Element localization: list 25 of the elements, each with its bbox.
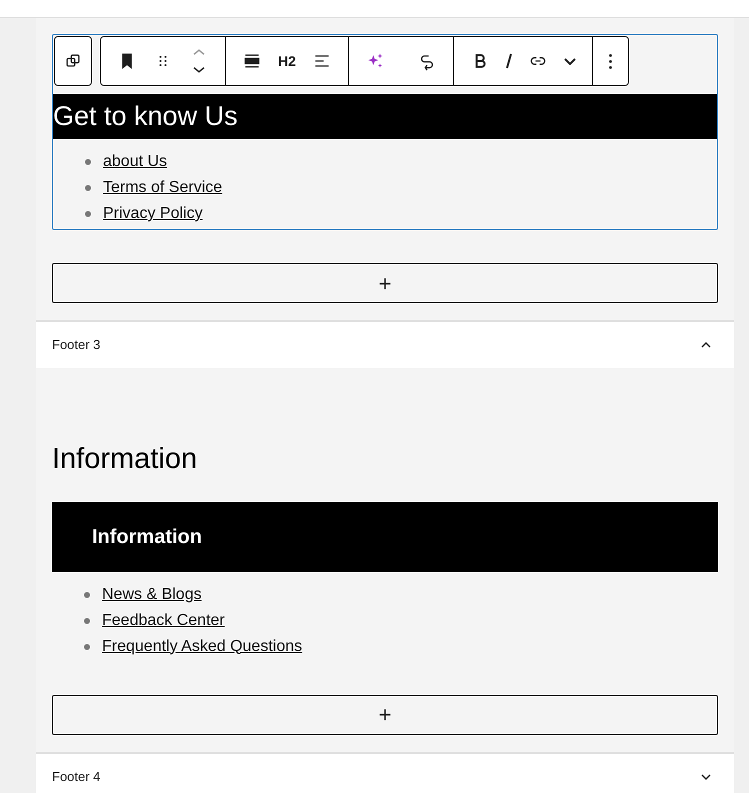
footer-link[interactable]: News & Blogs (102, 582, 202, 606)
panel-title: Footer 4 (52, 768, 100, 786)
heading-level-button[interactable]: H2 (270, 37, 304, 85)
heading-text: Get to know Us (53, 103, 238, 130)
panel-header[interactable]: Footer 4 (36, 752, 734, 793)
section-heading: Information (52, 442, 198, 477)
add-block-button[interactable]: + (52, 263, 718, 303)
bullet-icon (85, 211, 91, 217)
footer-link[interactable]: Feedback Center (102, 608, 225, 632)
footer-link[interactable]: Frequently Asked Questions (102, 634, 302, 658)
bullet-icon (84, 644, 90, 650)
bullet-icon (84, 592, 90, 598)
heading-text: Information (92, 524, 202, 550)
more-vertical-icon (608, 54, 612, 68)
bullet-icon (84, 618, 90, 624)
add-block-button[interactable]: + (52, 694, 718, 734)
panel-header[interactable]: Footer 3 (36, 320, 734, 368)
italic-icon (506, 53, 512, 69)
footer-link[interactable]: Privacy Policy (103, 202, 203, 226)
footer-link[interactable]: about Us (103, 150, 168, 174)
footer-link[interactable]: Terms of Service (103, 176, 222, 200)
panel-title: Footer 3 (52, 336, 100, 354)
bullet-icon (85, 185, 91, 191)
bullet-icon (85, 159, 91, 165)
chevron-down-icon (564, 58, 576, 64)
